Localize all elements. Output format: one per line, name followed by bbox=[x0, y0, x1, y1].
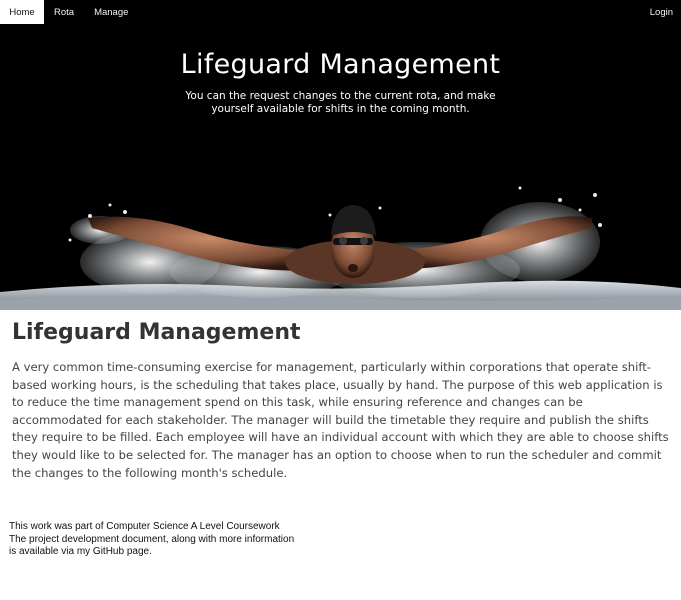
page-description: A very common time-consuming exercise fo… bbox=[12, 360, 669, 480]
page-heading: Lifeguard Management bbox=[12, 320, 301, 345]
nav-home-link[interactable]: Home bbox=[0, 0, 44, 24]
footer-line-document: The project development document, along … bbox=[9, 533, 295, 545]
nav-login-link[interactable]: Login bbox=[640, 0, 681, 24]
swimmer-butterfly-image bbox=[0, 0, 681, 310]
hero-banner: Lifeguard Management You can the request… bbox=[0, 0, 681, 310]
top-navbar: Home Rota Manage Login bbox=[0, 0, 681, 24]
footer-line-github: is available via my GitHub page. bbox=[9, 546, 152, 557]
nav-manage-link[interactable]: Manage bbox=[84, 0, 138, 24]
footer-note: This work was part of Computer Science A… bbox=[9, 521, 339, 559]
hero-title: Lifeguard Management bbox=[180, 49, 501, 80]
nav-rota-link[interactable]: Rota bbox=[44, 0, 84, 24]
hero-subtitle: You can the request changes to the curre… bbox=[185, 90, 496, 115]
footer-line-coursework: This work was part of Computer Science A… bbox=[9, 521, 280, 532]
